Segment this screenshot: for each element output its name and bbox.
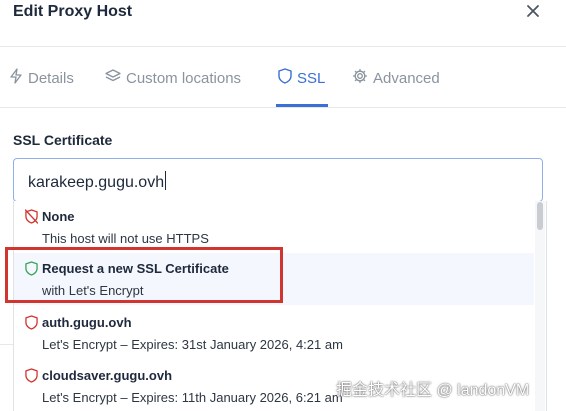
option-title: cloudsaver.gugu.ovh (42, 368, 173, 383)
bolt-icon (9, 68, 23, 88)
tab-custom-locations-label: Custom locations (126, 69, 242, 87)
option-none[interactable]: None This host will not use HTTPS (14, 201, 534, 253)
gear-icon (352, 68, 368, 88)
option-request-new-certificate[interactable]: Request a new SSL Certificate with Let's… (14, 253, 534, 305)
watermark: 掘金技术社区 @ landonVM (336, 382, 530, 399)
ssl-certificate-label: SSL Certificate (13, 132, 113, 148)
option-auth-certificate[interactable]: auth.gugu.ovh Let's Encrypt – Expires: 3… (14, 307, 534, 359)
text-caret (165, 171, 167, 190)
tab-ssl-label: SSL (297, 69, 326, 87)
shield-off-icon (24, 209, 39, 229)
tab-advanced[interactable]: Advanced (352, 68, 440, 88)
ssl-certificate-select[interactable]: karakeep.gugu.ovh (13, 158, 543, 202)
layers-icon (105, 68, 121, 88)
option-subtitle: Let's Encrypt – Expires: 11th January 20… (42, 390, 343, 405)
close-icon[interactable] (523, 1, 543, 21)
shield-icon (25, 368, 38, 388)
scrollbar-thumb[interactable] (537, 202, 543, 230)
option-subtitle: with Let's Encrypt (42, 283, 144, 298)
divider (0, 344, 13, 345)
shield-icon (25, 315, 38, 335)
tab-bar: Details Custom locations SSL Advanced (0, 47, 566, 108)
tab-details[interactable]: Details (9, 68, 74, 88)
modal-title: Edit Proxy Host (13, 3, 133, 20)
option-title: None (42, 209, 75, 224)
option-subtitle: Let's Encrypt – Expires: 31st January 20… (42, 337, 343, 352)
option-title: auth.gugu.ovh (42, 315, 132, 330)
shield-icon (278, 68, 292, 88)
dropdown-scrollbar[interactable] (535, 201, 545, 411)
modal-header: Edit Proxy Host (0, 0, 566, 47)
option-subtitle: This host will not use HTTPS (42, 231, 209, 246)
tab-advanced-label: Advanced (373, 69, 440, 87)
tab-custom-locations[interactable]: Custom locations (105, 69, 241, 87)
shield-icon (25, 261, 38, 281)
tab-ssl[interactable]: SSL (278, 68, 326, 88)
ssl-certificate-input[interactable]: karakeep.gugu.ovh (28, 171, 167, 192)
active-tab-indicator (276, 104, 328, 107)
option-title: Request a new SSL Certificate (42, 261, 229, 276)
tab-details-label: Details (28, 69, 74, 87)
